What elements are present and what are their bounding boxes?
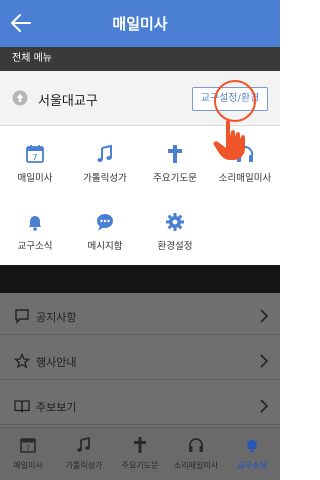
tab-diocese-news[interactable]: 교구소식 [224,428,280,480]
star-icon [14,353,30,369]
grid-item-label: 교구소식 [17,241,53,252]
menu-item-events[interactable]: 행사안내 [0,342,280,380]
overlay-banner [0,265,280,293]
grid-item-label: 메시지함 [87,241,123,252]
grid-item-settings[interactable]: 환경설정 [140,211,210,252]
tab-catholic-hymns[interactable]: 가톨릭성가 [56,428,112,480]
grid-item-label: 주요기도문 [153,173,197,184]
calendar-icon: 7 [26,145,44,163]
headphones-icon [189,438,203,452]
message-square-icon [15,309,29,324]
chevron-right-icon [260,354,268,368]
calendar-icon: 7 [20,438,36,453]
tab-daily-mass[interactable]: 7 매일미사 [0,428,56,480]
grid-item-prayers[interactable]: 주요기도문 [140,143,210,184]
chevron-right-icon [260,309,268,323]
music-note-icon [97,144,112,162]
tab-audio-mass[interactable]: 소리매일미사 [168,428,224,480]
tab-label: 주요기도문 [121,461,159,470]
svg-text:7: 7 [26,445,30,453]
grid-item-daily-mass[interactable]: 7 매일미사 [0,143,70,184]
pointing-hand-icon [213,120,245,160]
grid-item-label: 환경설정 [157,241,193,252]
grid-item-catholic-hymns[interactable]: 가톨릭성가 [70,143,140,184]
bottom-tab-bar: 7 매일미사 가톨릭성가 주요기도문 소리매일미사 교구소식 [0,427,280,480]
grid-item-label: 가톨릭성가 [83,173,127,184]
parish-name: 서울대교구 [38,94,98,109]
bell-icon [29,216,41,231]
grid-item-messages[interactable]: 메시지함 [70,211,140,252]
chevron-right-icon [260,399,268,413]
menu-item-label: 행사안내 [36,356,77,369]
app-header: 매일미사 [0,0,280,47]
gear-icon [166,213,184,231]
book-icon [14,400,30,413]
tutorial-highlight-ring [214,80,256,122]
music-note-icon [77,436,90,452]
menu-item-notices[interactable]: 공지사항 [0,297,280,335]
chat-bubble-icon [97,214,113,231]
arrow-up-circle-icon [12,90,28,106]
bell-icon [246,439,258,453]
tab-label: 가톨릭성가 [65,461,103,470]
tab-label: 교구소식 [237,461,267,470]
cross-icon [134,437,146,453]
menu-item-bulletin[interactable]: 주보보기 [0,387,280,425]
grid-item-label: 소리매일미사 [218,173,272,184]
tab-label: 소리매일미사 [173,461,219,470]
tab-label: 매일미사 [13,461,43,470]
grid-item-label: 매일미사 [17,173,53,184]
menu-item-label: 공지사항 [36,311,77,324]
tab-prayers[interactable]: 주요기도문 [112,428,168,480]
section-title-all-menu: 전체 메뉴 [0,47,280,71]
svg-text:7: 7 [32,153,37,162]
page-title: 매일미사 [112,15,168,33]
menu-item-label: 주보보기 [36,401,77,414]
grid-item-diocese-news[interactable]: 교구소식 [0,211,70,252]
cross-icon [168,145,182,163]
